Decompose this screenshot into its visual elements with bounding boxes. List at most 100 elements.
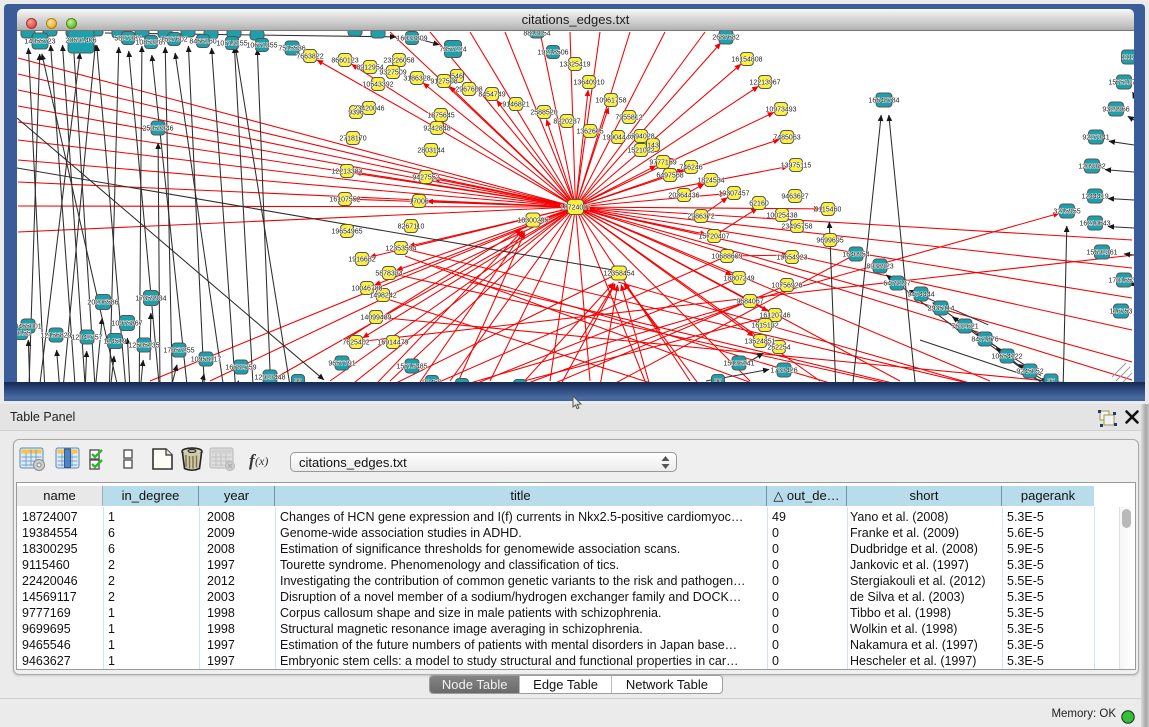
svg-text:546: 546 xyxy=(451,73,463,80)
svg-text:2803144: 2803144 xyxy=(417,147,444,154)
svg-text:10756928: 10756928 xyxy=(771,282,802,289)
svg-text:1244419: 1244419 xyxy=(1081,193,1108,200)
svg-text:14099489: 14099489 xyxy=(360,314,391,321)
svg-text:9684067: 9684067 xyxy=(736,298,763,305)
svg-text:18724007: 18724007 xyxy=(560,204,591,211)
svg-text:13640910: 13640910 xyxy=(573,79,604,86)
svg-text:8660123: 8660123 xyxy=(331,57,358,64)
svg-text:17359934: 17359934 xyxy=(135,295,166,302)
svg-text:10046788: 10046788 xyxy=(351,285,382,292)
svg-text:16154808: 16154808 xyxy=(731,56,762,63)
svg-text:92450: 92450 xyxy=(422,379,442,382)
svg-text:12505135: 12505135 xyxy=(128,342,159,349)
svg-text:10688609: 10688609 xyxy=(711,253,742,260)
svg-text:23226058: 23226058 xyxy=(383,57,414,64)
svg-text:10671355: 10671355 xyxy=(246,42,277,49)
svg-text:14055723: 14055723 xyxy=(24,38,55,45)
svg-text:1362615: 1362615 xyxy=(576,128,603,135)
svg-text:9474444: 9474444 xyxy=(907,291,934,298)
svg-text:12358454: 12358454 xyxy=(603,270,634,277)
svg-text:1875645: 1875645 xyxy=(427,112,454,119)
svg-text:9657791: 9657791 xyxy=(328,360,355,367)
svg-text:7955812: 7955812 xyxy=(615,114,642,121)
svg-text:9242848: 9242848 xyxy=(423,125,450,132)
svg-text:99: 99 xyxy=(294,378,302,382)
svg-text:(x): (x) xyxy=(255,454,268,468)
svg-text:1498242: 1498242 xyxy=(369,292,396,299)
svg-text:10961758: 10961758 xyxy=(595,97,626,104)
svg-text:6497568: 6497568 xyxy=(656,172,683,179)
svg-text:19218506: 19218506 xyxy=(537,49,568,56)
svg-text:1112: 1112 xyxy=(1122,54,1134,61)
svg-text:9245052: 9245052 xyxy=(1016,368,1043,375)
svg-text:9777169: 9777169 xyxy=(649,159,676,166)
svg-text:2687682: 2687682 xyxy=(712,34,739,41)
svg-text:12156829: 12156829 xyxy=(40,332,71,339)
svg-text:17957255: 17957255 xyxy=(163,347,194,354)
svg-text:8466160: 8466160 xyxy=(189,38,216,45)
svg-text:1615132: 1615132 xyxy=(751,322,778,329)
svg-text:18300295: 18300295 xyxy=(517,217,548,224)
svg-text:7663822: 7663822 xyxy=(296,53,323,60)
svg-text:15720407: 15720407 xyxy=(698,233,729,240)
svg-text:23495758: 23495758 xyxy=(781,223,812,230)
svg-text:6794028: 6794028 xyxy=(627,133,654,140)
svg-text:114519: 114519 xyxy=(104,338,127,345)
svg-text:15692361: 15692361 xyxy=(1086,249,1117,256)
svg-text:10958117: 10958117 xyxy=(191,356,222,363)
svg-text:2588520: 2588520 xyxy=(530,109,557,116)
svg-text:16107552: 16107552 xyxy=(329,196,360,203)
svg-text:15751074: 15751074 xyxy=(1108,79,1134,86)
svg-text:6479197: 6479197 xyxy=(883,280,910,287)
svg-text:1209382: 1209382 xyxy=(1078,163,1105,170)
svg-text:2718170: 2718170 xyxy=(339,135,366,142)
svg-text:39155: 39155 xyxy=(17,330,31,337)
svg-text:15716485: 15716485 xyxy=(396,363,427,370)
svg-text:20206586: 20206586 xyxy=(87,299,118,306)
svg-text:116753: 116753 xyxy=(1110,308,1133,315)
svg-text:15136141: 15136141 xyxy=(723,360,754,367)
svg-text:10307457: 10307457 xyxy=(718,190,749,197)
svg-text:8454749: 8454749 xyxy=(478,91,505,98)
svg-text:9427552: 9427552 xyxy=(412,174,439,181)
svg-text:10719155: 10719155 xyxy=(216,40,247,47)
svg-text:13325419: 13325419 xyxy=(559,61,590,68)
svg-text:16648784: 16648784 xyxy=(868,97,899,104)
svg-text:62160: 62160 xyxy=(749,200,769,207)
svg-text:13975115: 13975115 xyxy=(781,162,812,169)
svg-text:12923448: 12923448 xyxy=(254,374,285,381)
svg-text:746246: 746246 xyxy=(679,164,702,171)
svg-text:7632621: 7632621 xyxy=(951,323,978,330)
svg-text:9115460: 9115460 xyxy=(815,206,842,213)
svg-text:1527602: 1527602 xyxy=(160,36,187,43)
svg-text:10025438: 10025438 xyxy=(766,212,797,219)
svg-text:8465001: 8465001 xyxy=(17,323,42,330)
svg-text:16914479: 16914479 xyxy=(377,339,408,346)
svg-text:12213967: 12213967 xyxy=(749,79,780,86)
svg-text:12942757: 12942757 xyxy=(71,334,102,341)
svg-text:143: 143 xyxy=(647,142,659,149)
svg-text:16120746: 16120746 xyxy=(759,312,790,319)
svg-text:16033809: 16033809 xyxy=(396,35,427,42)
svg-text:19654965: 19654965 xyxy=(331,228,362,235)
svg-text:7485063: 7485063 xyxy=(773,134,800,141)
svg-text:5878334: 5878334 xyxy=(375,270,402,277)
svg-text:8267110: 8267110 xyxy=(398,223,425,230)
svg-text:9146821: 9146821 xyxy=(502,101,529,108)
svg-text:17006: 17006 xyxy=(409,198,429,205)
svg-text:12353594: 12353594 xyxy=(385,245,416,252)
svg-text:19654923: 19654923 xyxy=(776,254,807,261)
svg-text:9463627: 9463627 xyxy=(781,193,808,200)
svg-text:9396: 9396 xyxy=(348,109,364,116)
svg-text:252254: 252254 xyxy=(767,344,790,351)
svg-text:9227341: 9227341 xyxy=(1082,134,1109,141)
svg-text:7357224: 7357224 xyxy=(439,46,466,53)
svg-text:90: 90 xyxy=(714,378,722,382)
svg-text:1733426: 1733426 xyxy=(770,367,797,374)
svg-text:25053346: 25053346 xyxy=(142,125,173,132)
svg-text:9699695: 9699695 xyxy=(816,237,843,244)
svg-text:2986372: 2986372 xyxy=(687,213,714,220)
svg-text:8220237: 8220237 xyxy=(553,118,580,125)
svg-text:7625402: 7625402 xyxy=(342,339,369,346)
svg-text:18807249: 18807249 xyxy=(723,275,754,282)
